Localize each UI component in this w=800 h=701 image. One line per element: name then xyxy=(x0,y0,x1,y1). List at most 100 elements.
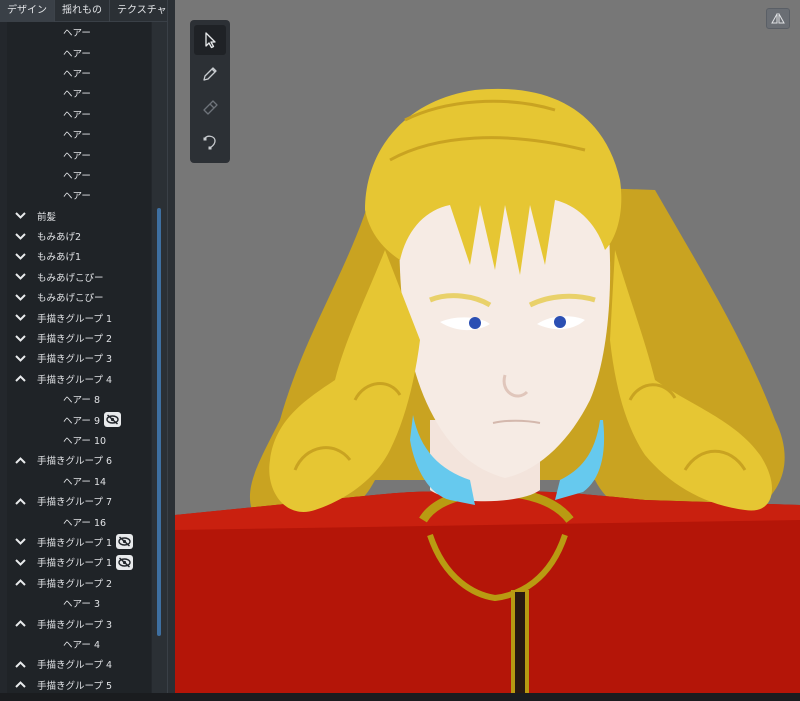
tree-item-layer[interactable]: ヘアー xyxy=(7,144,151,164)
visibility-hidden-icon[interactable] xyxy=(116,554,133,570)
eraser-tool[interactable] xyxy=(194,93,226,123)
chevron-down-icon[interactable] xyxy=(14,272,26,282)
cursor-arrow-icon xyxy=(201,31,219,49)
tree-item-layer[interactable]: ヘアー 3 xyxy=(7,593,151,613)
chevron-up-icon[interactable] xyxy=(14,680,26,690)
tree-item-layer[interactable]: ヘアー 16 xyxy=(7,511,151,531)
tree-item-label: もみあげこぴー xyxy=(37,293,104,305)
tree-item-label: ヘアー xyxy=(63,191,91,203)
visibility-hidden-icon[interactable] xyxy=(116,534,133,550)
visibility-hidden-icon[interactable] xyxy=(104,412,121,428)
chevron-down-icon[interactable] xyxy=(14,333,26,343)
tree-item-label: ヘアー xyxy=(63,109,91,121)
tree-item-layer[interactable]: ヘアー 14 xyxy=(7,471,151,491)
bottom-bar xyxy=(0,693,800,701)
tree-item-layer[interactable]: ヘアー xyxy=(7,124,151,144)
tree-item-label: ヘアー 4 xyxy=(63,639,100,651)
chevron-down-icon[interactable] xyxy=(14,292,26,302)
tree-item-group[interactable]: 手描きグループ 7 xyxy=(7,491,151,511)
tree-item-group[interactable]: 手描きグループ 1 xyxy=(7,552,151,572)
tool-palette xyxy=(190,20,230,163)
tree-item-group[interactable]: 手描きグループ 2 xyxy=(7,573,151,593)
tree-item-label: ヘアー xyxy=(63,150,91,162)
panel-splitter[interactable] xyxy=(167,0,175,701)
tree-item-group[interactable]: 手描きグループ 5 xyxy=(7,675,151,695)
chevron-down-icon[interactable] xyxy=(14,211,26,221)
tree-item-group[interactable]: 手描きグループ 4 xyxy=(7,369,151,389)
tree-scrollbar-thumb[interactable] xyxy=(157,208,161,636)
tree-item-group[interactable]: もみあげ2 xyxy=(7,226,151,246)
chevron-up-icon[interactable] xyxy=(14,659,26,669)
tree-item-label: 手描きグループ 4 xyxy=(37,660,112,672)
tab-0[interactable]: デザイン xyxy=(0,0,55,22)
tree-item-label: 手描きグループ 3 xyxy=(37,354,112,366)
pencil-icon xyxy=(201,65,219,83)
chevron-down-icon[interactable] xyxy=(14,251,26,261)
tree-item-group[interactable]: もみあげ1 xyxy=(7,246,151,266)
tree-item-layer[interactable]: ヘアー 9 xyxy=(7,409,151,429)
chevron-up-icon[interactable] xyxy=(14,455,26,465)
chevron-down-icon[interactable] xyxy=(14,537,26,547)
3d-viewport[interactable] xyxy=(175,0,800,701)
avatar-model-render xyxy=(175,88,800,701)
tree-item-group[interactable]: もみあげこぴー xyxy=(7,267,151,287)
tree-item-layer[interactable]: ヘアー 8 xyxy=(7,389,151,409)
tree-item-layer[interactable]: ヘアー 4 xyxy=(7,634,151,654)
tree-item-label: ヘアー 9 xyxy=(63,415,100,427)
tree-item-group[interactable]: 手描きグループ 2 xyxy=(7,328,151,348)
tree-item-label: ヘアー xyxy=(63,28,91,40)
tree-item-label: 手描きグループ 5 xyxy=(37,680,112,692)
tree-item-label: ヘアー 14 xyxy=(63,476,107,488)
curve-tool[interactable] xyxy=(194,127,226,157)
tree-item-label: 手描きグループ 7 xyxy=(37,497,112,509)
chevron-down-icon[interactable] xyxy=(14,557,26,567)
tab-2[interactable]: テクスチャ xyxy=(110,0,175,22)
chevron-up-icon[interactable] xyxy=(14,619,26,629)
tree-item-label: 前髪 xyxy=(37,211,57,223)
tree-item-layer[interactable]: ヘアー 10 xyxy=(7,430,151,450)
tree-item-group[interactable]: 手描きグループ 1 xyxy=(7,532,151,552)
tree-item-group[interactable]: 手描きグループ 3 xyxy=(7,613,151,633)
tree-item-label: ヘアー 3 xyxy=(63,599,100,611)
tree-item-group[interactable]: 手描きグループ 4 xyxy=(7,654,151,674)
chevron-down-icon[interactable] xyxy=(14,353,26,363)
tree-item-layer[interactable]: ヘアー xyxy=(7,42,151,62)
tree-item-layer[interactable]: ヘアー xyxy=(7,104,151,124)
tree-item-label: ヘアー xyxy=(63,170,91,182)
panel-tab-bar: デザイン 揺れもの テクスチャ xyxy=(0,0,175,22)
tree-item-label: 手描きグループ 2 xyxy=(37,578,112,590)
mirror-toggle-button[interactable] xyxy=(766,8,790,29)
tree-item-label: 手描きグループ 6 xyxy=(37,456,112,468)
tab-1[interactable]: 揺れもの xyxy=(55,0,110,22)
tree-item-group[interactable]: 手描きグループ 3 xyxy=(7,348,151,368)
tree-item-group[interactable]: 手描きグループ 1 xyxy=(7,307,151,327)
tree-item-label: もみあげこぴー xyxy=(37,272,104,284)
tree-item-layer[interactable]: ヘアー xyxy=(7,83,151,103)
tree-item-label: ヘアー xyxy=(63,48,91,60)
tree-item-label: 手描きグループ 3 xyxy=(37,619,112,631)
tree-item-layer[interactable]: ヘアー xyxy=(7,185,151,205)
tree-item-label: ヘアー 16 xyxy=(63,517,107,529)
chevron-down-icon[interactable] xyxy=(14,231,26,241)
tree-item-layer[interactable]: ヘアー xyxy=(7,165,151,185)
chevron-up-icon[interactable] xyxy=(14,374,26,384)
tree-item-label: ヘアー 8 xyxy=(63,395,100,407)
tree-item-label: ヘアー xyxy=(63,89,91,101)
tree-item-label: 手描きグループ 1 xyxy=(37,558,112,570)
tree-item-group[interactable]: もみあげこぴー xyxy=(7,287,151,307)
eraser-icon xyxy=(201,99,219,117)
tree-item-label: ヘアー xyxy=(63,68,91,80)
pen-tool[interactable] xyxy=(194,59,226,89)
tree-item-group[interactable]: 手描きグループ 6 xyxy=(7,450,151,470)
mirror-symmetry-icon xyxy=(771,13,785,24)
tree-item-label: もみあげ2 xyxy=(37,232,82,244)
chevron-up-icon[interactable] xyxy=(14,496,26,506)
chevron-up-icon[interactable] xyxy=(14,578,26,588)
tree-item-label: 手描きグループ 2 xyxy=(37,334,112,346)
tree-item-group[interactable]: 前髪 xyxy=(7,206,151,226)
select-tool[interactable] xyxy=(194,25,226,55)
chevron-down-icon[interactable] xyxy=(14,313,26,323)
bezier-curve-icon xyxy=(201,133,219,151)
tree-item-layer[interactable]: ヘアー xyxy=(7,63,151,83)
tree-item-layer[interactable]: ヘアー xyxy=(7,22,151,42)
